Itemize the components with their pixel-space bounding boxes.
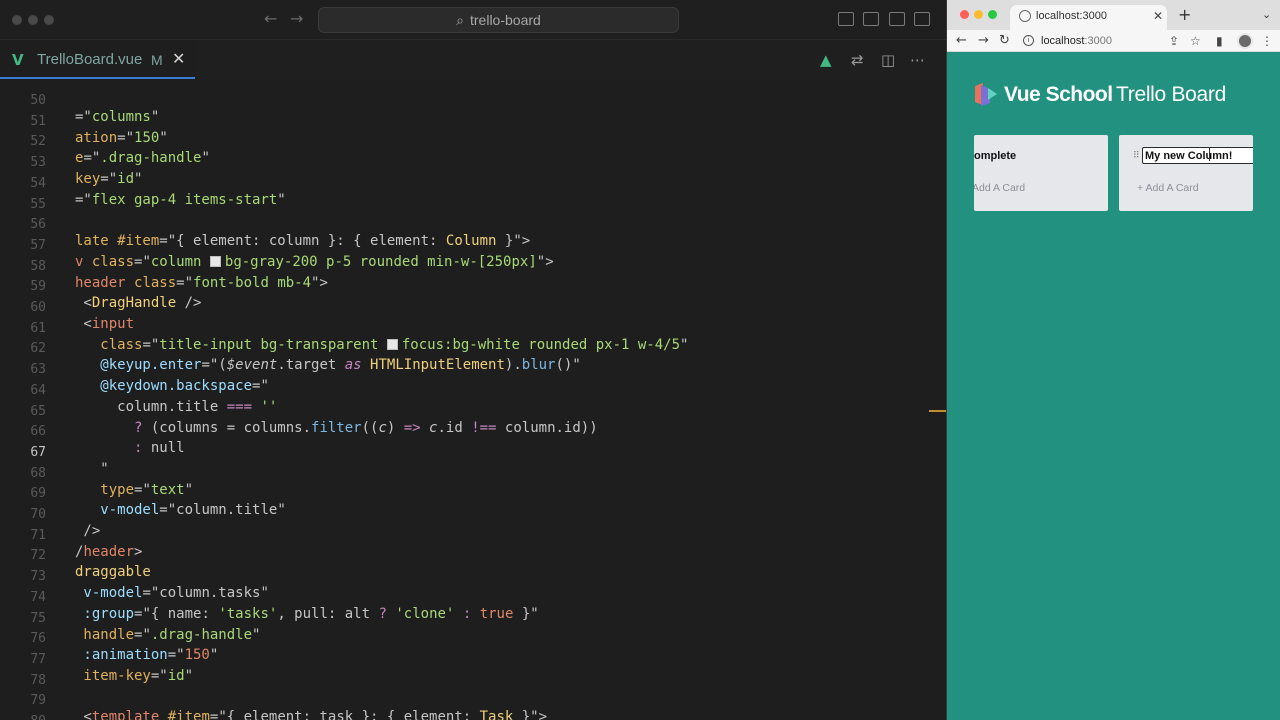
code-line: 63 @keydown.backspace=" (0, 344, 930, 394)
avatar[interactable] (1237, 33, 1253, 49)
command-center[interactable]: ⌕ trello-board (318, 7, 679, 33)
board-column[interactable]: ⠿ + Add A Card (1119, 135, 1253, 211)
info-icon[interactable]: i (1023, 35, 1034, 46)
code-line: 75 handle=".drag-handle" (0, 593, 930, 643)
toggle-panel-icon[interactable] (863, 12, 879, 26)
toggle-sidebar-icon[interactable] (838, 12, 854, 26)
editor-tab-bar: V TrelloBoard.vue M ✕ ▲ ⇄ ◫ ⋯ (0, 41, 946, 79)
code-line: 74 :group="{ name: 'tasks', pull: alt ? … (0, 572, 930, 622)
code-line: 78 (0, 655, 930, 688)
board-column[interactable]: omplete Add A Card (974, 135, 1108, 211)
code-line: 76 :animation="150" (0, 613, 930, 663)
toggle-secondary-sidebar-icon[interactable] (889, 12, 905, 26)
code-line: 68 type="text" (0, 448, 930, 498)
more-icon[interactable]: ⋯ (910, 52, 925, 68)
column-title-input[interactable] (1142, 147, 1253, 164)
trello-board-page: Vue School Trello Board omplete Add A Ca… (947, 53, 1280, 720)
browser-tab-strip: localhost:3000 ✕ + ⌄ (947, 0, 1280, 30)
window-minimize-dot[interactable] (28, 15, 38, 25)
tab-modified-badge: M (151, 52, 163, 68)
tab-filename: TrelloBoard.vue (37, 51, 143, 68)
text-cursor (1209, 148, 1210, 161)
customize-layout-icon[interactable] (914, 12, 930, 26)
vue-school-logo (975, 83, 997, 106)
browser-toolbar: ← → ↻ i localhost:3000 ⇪ ☆ ▮ ⋮ (947, 30, 1280, 52)
add-card-button[interactable]: Add A Card (974, 181, 1025, 195)
overview-ruler-cursor (929, 410, 946, 412)
code-line: 79 <template #item="{ element: task }: {… (0, 675, 930, 720)
code-line: 70 /> (0, 489, 930, 539)
code-line: 59 <DragHandle /> (0, 261, 930, 311)
editor-titlebar: ← → ⌕ trello-board (0, 0, 946, 40)
window-close-dot[interactable] (12, 15, 22, 25)
back-arrow-icon[interactable]: ← (264, 9, 277, 29)
code-line: 54 ="flex gap-4 items-start" (0, 158, 930, 208)
code-line: 69 v-model="column.title" (0, 468, 930, 518)
browser-tab[interactable]: localhost:3000 ✕ (1010, 5, 1167, 30)
code-line: 55 (0, 179, 930, 212)
code-line: 58 header class="font-bold mb-4"> (0, 241, 930, 291)
close-icon[interactable]: ✕ (1153, 9, 1163, 23)
address-bar-url: localhost:3000 (1041, 35, 1112, 47)
browser-window: localhost:3000 ✕ + ⌄ ← → ↻ i localhost:3… (946, 0, 1280, 720)
brand-name: Vue School (1004, 83, 1113, 106)
back-arrow-icon[interactable]: ← (956, 33, 967, 49)
browser-zoom-dot[interactable] (988, 10, 997, 19)
code-line: 65 ? (columns = columns.filter((c) => c.… (0, 386, 930, 436)
code-line: 50 ="columns" (0, 79, 930, 125)
code-line: 71 /header> (0, 510, 930, 560)
command-center-label: trello-board (470, 12, 541, 28)
page-title: Trello Board (1116, 83, 1227, 106)
browser-close-dot[interactable] (960, 10, 969, 19)
code-line: 80 <div> (0, 696, 930, 720)
globe-icon (1019, 10, 1031, 22)
source-control-icon[interactable]: ⇄ (851, 52, 864, 68)
code-line: 72 draggable (0, 530, 930, 580)
close-icon[interactable]: ✕ (172, 50, 185, 68)
star-icon[interactable]: ☆ (1190, 34, 1201, 48)
new-tab-icon[interactable]: + (1178, 6, 1191, 24)
browser-minimize-dot[interactable] (974, 10, 983, 19)
forward-arrow-icon[interactable]: → (978, 33, 989, 49)
forward-arrow-icon[interactable]: → (290, 9, 303, 29)
chevron-down-icon[interactable]: ⌄ (1262, 8, 1271, 22)
code-editor-window: ← → ⌕ trello-board V TrelloBoard.vue M ✕ … (0, 0, 946, 720)
drag-handle-icon[interactable]: ⠿ (1133, 151, 1140, 161)
add-card-button[interactable]: + Add A Card (1137, 181, 1199, 195)
editor-tab-trelloboard[interactable]: V TrelloBoard.vue M ✕ (0, 41, 195, 79)
code-line: 77 item-key="id" (0, 634, 930, 684)
code-line: 60 <input (0, 282, 930, 332)
reload-icon[interactable]: ↻ (999, 33, 1010, 49)
vue-file-icon: V (12, 51, 24, 69)
window-zoom-dot[interactable] (44, 15, 54, 25)
more-icon[interactable]: ⋮ (1261, 34, 1273, 48)
code-line: 62 @keyup.enter="($event.target as HTMLI… (0, 323, 930, 373)
code-line: 51 ation="150" (0, 96, 930, 146)
deploy-icon[interactable]: ▲ (820, 52, 832, 68)
line-number: 80 (0, 712, 46, 720)
browser-tab-title: localhost:3000 (1036, 10, 1107, 22)
code-line: 53 key="id" (0, 137, 930, 187)
split-editor-icon[interactable]: ◫ (881, 52, 895, 68)
address-bar[interactable]: i localhost:3000 (1023, 33, 1234, 50)
share-icon[interactable]: ⇪ (1169, 34, 1179, 48)
column-title[interactable]: omplete (974, 149, 1016, 163)
code-line: 64 column.title === '' (0, 365, 930, 415)
code-line: 73 v-model="column.tasks" (0, 551, 930, 601)
code-line-active: 67 " (0, 427, 930, 477)
code-line: 66 : null (0, 406, 930, 456)
code-line: 52 e=".drag-handle" (0, 116, 930, 166)
code-line: 57 v class="column bg-gray-200 p-5 round… (0, 220, 930, 270)
code-line: 61 class="title-input bg-transparent foc… (0, 303, 930, 353)
search-icon: ⌕ (456, 12, 464, 28)
code-area[interactable]: 50 ="columns" 51 ation="150" 52 e=".drag… (0, 79, 946, 720)
code-line: 56 late #item="{ element: column }: { el… (0, 199, 930, 249)
sidebar-icon[interactable]: ▮ (1216, 34, 1223, 48)
